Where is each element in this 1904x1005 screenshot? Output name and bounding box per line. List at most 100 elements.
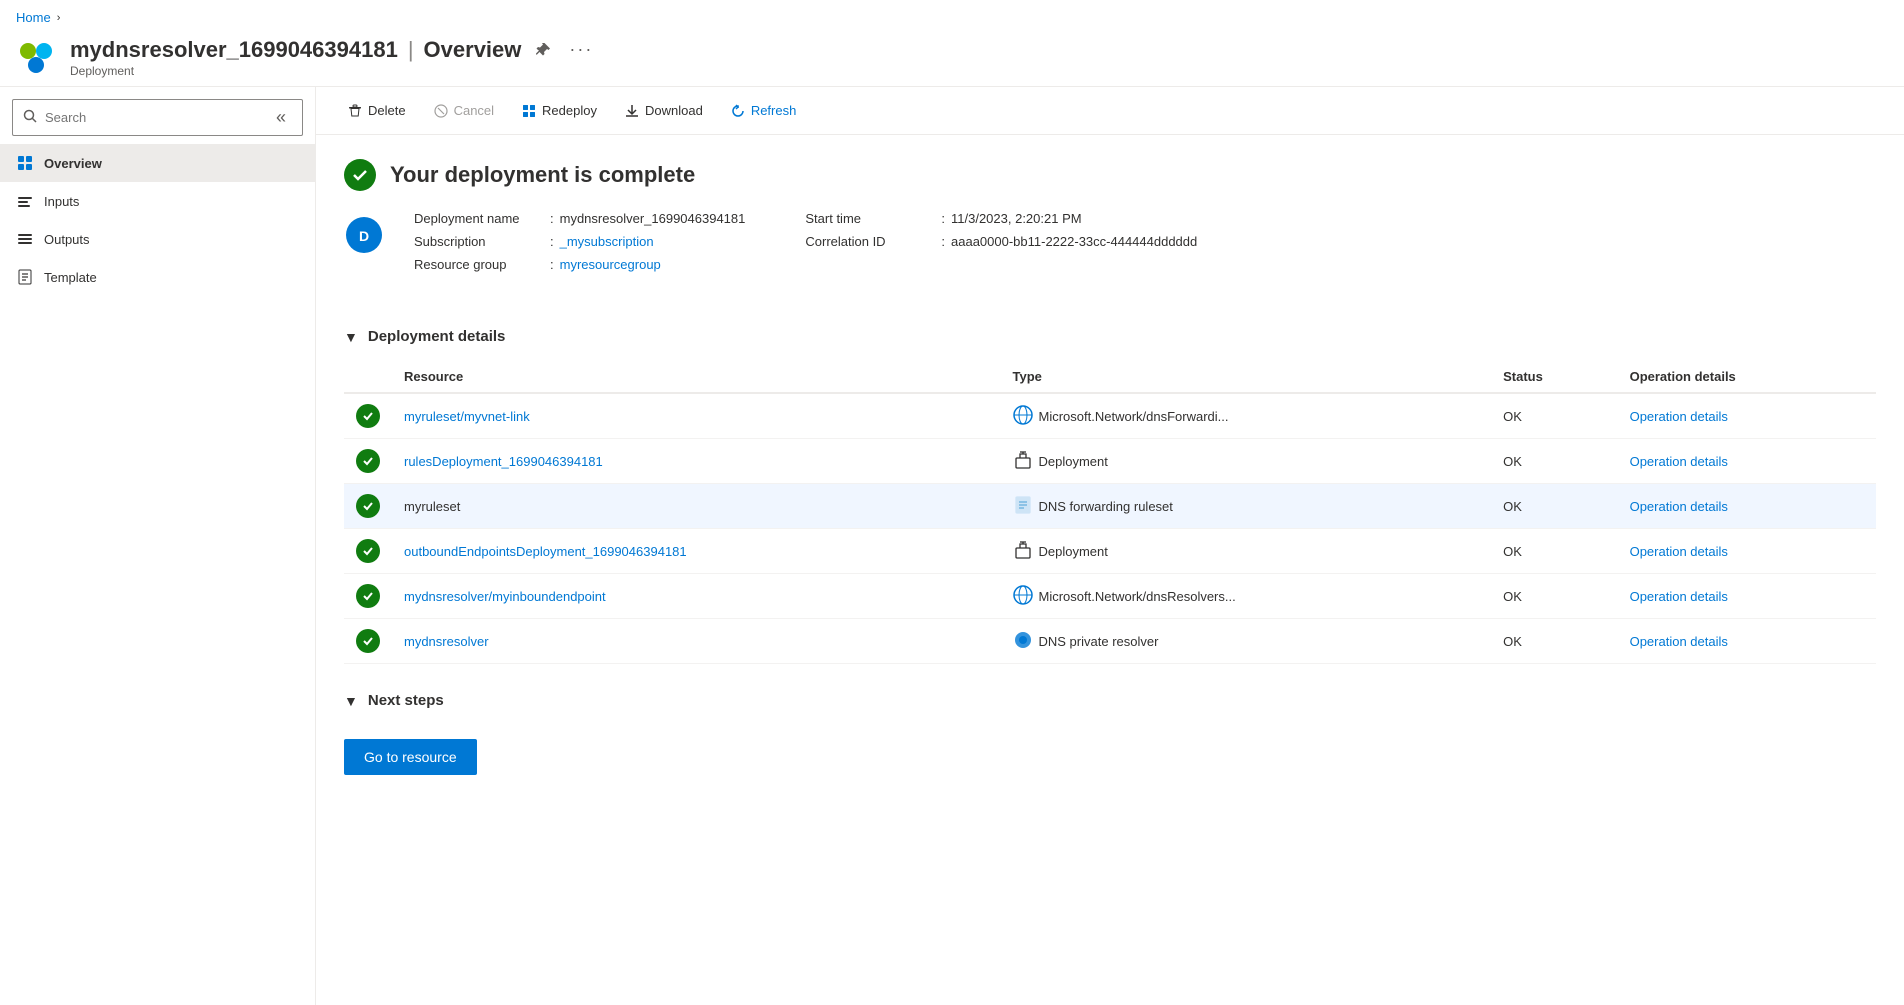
refresh-button[interactable]: Refresh bbox=[719, 97, 809, 124]
table-cell-operation: Operation details bbox=[1618, 439, 1876, 484]
start-time-label: Start time bbox=[805, 211, 935, 226]
breadcrumb: Home › bbox=[0, 0, 1904, 29]
table-cell-type: Deployment bbox=[1001, 439, 1492, 484]
collapse-button[interactable]: « bbox=[270, 105, 292, 130]
success-banner: Your deployment is complete bbox=[344, 159, 1876, 191]
operation-details-link[interactable]: Operation details bbox=[1630, 454, 1728, 469]
more-options-button[interactable]: ··· bbox=[565, 35, 597, 64]
next-steps-chevron-icon: ▼ bbox=[344, 693, 358, 709]
inputs-label: Inputs bbox=[44, 194, 79, 209]
check-icon bbox=[356, 584, 380, 608]
table-cell-status-icon bbox=[344, 439, 392, 484]
download-button[interactable]: Download bbox=[613, 97, 715, 124]
breadcrumb-home[interactable]: Home bbox=[16, 10, 51, 25]
sidebar-item-inputs[interactable]: Inputs bbox=[0, 182, 315, 220]
outputs-icon bbox=[16, 230, 34, 248]
operation-details-link[interactable]: Operation details bbox=[1630, 499, 1728, 514]
table-cell-type: DNS private resolver bbox=[1001, 619, 1492, 664]
cancel-button[interactable]: Cancel bbox=[422, 97, 506, 124]
operation-details-link[interactable]: Operation details bbox=[1630, 409, 1728, 424]
type-icon bbox=[1013, 630, 1033, 653]
next-steps-header[interactable]: ▼ Next steps bbox=[344, 692, 1876, 709]
table-cell-resource: myruleset/myvnet-link bbox=[392, 393, 1001, 439]
cancel-icon bbox=[434, 104, 448, 118]
table-row: mydnsresolver/myinboundendpoint Microsof… bbox=[344, 574, 1876, 619]
type-text: DNS private resolver bbox=[1039, 634, 1159, 649]
next-steps-section: ▼ Next steps Go to resource bbox=[344, 692, 1876, 775]
success-icon bbox=[344, 159, 376, 191]
table-cell-status: OK bbox=[1491, 619, 1617, 664]
page-header: mydnsresolver_1699046394181 | Overview ·… bbox=[0, 29, 1904, 87]
resource-link[interactable]: mydnsresolver bbox=[404, 634, 489, 649]
search-input[interactable] bbox=[45, 110, 262, 125]
check-icon bbox=[356, 404, 380, 428]
resource-text: myruleset bbox=[404, 499, 460, 514]
check-icon bbox=[356, 539, 380, 563]
type-text: DNS forwarding ruleset bbox=[1039, 499, 1173, 514]
table-cell-operation: Operation details bbox=[1618, 574, 1876, 619]
table-cell-status: OK bbox=[1491, 439, 1617, 484]
correlation-id-value: aaaa0000-bb11-2222-33cc-444444dddddd bbox=[951, 234, 1197, 249]
go-to-resource-button[interactable]: Go to resource bbox=[344, 739, 477, 775]
breadcrumb-separator: › bbox=[57, 12, 61, 24]
resource-link[interactable]: mydnsresolver/myinboundendpoint bbox=[404, 589, 606, 604]
success-message: Your deployment is complete bbox=[390, 162, 695, 188]
correlation-id-label: Correlation ID bbox=[805, 234, 935, 249]
resource-link[interactable]: rulesDeployment_1699046394181 bbox=[404, 454, 603, 469]
table-cell-status-icon bbox=[344, 393, 392, 439]
subscription-value[interactable]: _mysubscription bbox=[560, 234, 654, 249]
resource-icon bbox=[16, 37, 56, 77]
operation-details-link[interactable]: Operation details bbox=[1630, 634, 1728, 649]
resource-name: mydnsresolver_1699046394181 bbox=[70, 37, 398, 63]
sidebar-item-outputs[interactable]: Outputs bbox=[0, 220, 315, 258]
deployment-details-title: Deployment details bbox=[368, 328, 506, 345]
overview-content: Your deployment is complete D Deployment bbox=[316, 135, 1904, 799]
table-cell-status-icon bbox=[344, 529, 392, 574]
info-row-name: Deployment name : mydnsresolver_16990463… bbox=[414, 211, 745, 226]
sidebar-search-container: « bbox=[0, 87, 315, 144]
sidebar-item-overview[interactable]: Overview bbox=[0, 144, 315, 182]
deployment-details-header[interactable]: ▼ Deployment details bbox=[344, 328, 1876, 345]
operation-details-link[interactable]: Operation details bbox=[1630, 589, 1728, 604]
operation-details-link[interactable]: Operation details bbox=[1630, 544, 1728, 559]
table-cell-status-icon bbox=[344, 619, 392, 664]
table-row: outboundEndpointsDeployment_169904639418… bbox=[344, 529, 1876, 574]
resource-link[interactable]: myruleset/myvnet-link bbox=[404, 409, 530, 424]
table-cell-type: Microsoft.Network/dnsForwardi... bbox=[1001, 393, 1492, 439]
resource-type: Deployment bbox=[70, 64, 597, 78]
table-header-operation: Operation details bbox=[1618, 361, 1876, 393]
type-text: Microsoft.Network/dnsResolvers... bbox=[1039, 589, 1236, 604]
svg-text:D: D bbox=[359, 228, 369, 244]
info-row-correlation-id: Correlation ID : aaaa0000-bb11-2222-33cc… bbox=[805, 234, 1197, 249]
template-label: Template bbox=[44, 270, 97, 285]
info-column-left: Deployment name : mydnsresolver_16990463… bbox=[414, 211, 745, 272]
table-cell-resource: mydnsresolver bbox=[392, 619, 1001, 664]
redeploy-icon bbox=[522, 104, 536, 118]
info-row-start-time: Start time : 11/3/2023, 2:20:21 PM bbox=[805, 211, 1197, 226]
table-cell-operation: Operation details bbox=[1618, 393, 1876, 439]
table-row: myruleset DNS forwarding ruleset OK Oper… bbox=[344, 484, 1876, 529]
table-header-status: Status bbox=[1491, 361, 1617, 393]
table-cell-resource: myruleset bbox=[392, 484, 1001, 529]
table-cell-status-icon bbox=[344, 574, 392, 619]
resource-link[interactable]: outboundEndpointsDeployment_169904639418… bbox=[404, 544, 687, 559]
delete-button[interactable]: Delete bbox=[336, 97, 418, 124]
pin-button[interactable] bbox=[531, 38, 555, 62]
download-icon bbox=[625, 104, 639, 118]
table-cell-resource: outboundEndpointsDeployment_169904639418… bbox=[392, 529, 1001, 574]
sidebar-item-template[interactable]: Template bbox=[0, 258, 315, 296]
deployment-resource-icon: D bbox=[344, 215, 384, 255]
start-time-value: 11/3/2023, 2:20:21 PM bbox=[951, 211, 1082, 226]
search-icon bbox=[23, 109, 37, 126]
check-icon bbox=[356, 449, 380, 473]
table-cell-operation: Operation details bbox=[1618, 529, 1876, 574]
redeploy-button[interactable]: Redeploy bbox=[510, 97, 609, 124]
inputs-icon bbox=[16, 192, 34, 210]
resource-group-value[interactable]: myresourcegroup bbox=[560, 257, 661, 272]
details-chevron-icon: ▼ bbox=[344, 329, 358, 345]
main-layout: « Overview Inputs bbox=[0, 87, 1904, 1005]
header-title-group: mydnsresolver_1699046394181 | Overview ·… bbox=[70, 35, 597, 78]
table-cell-resource: mydnsresolver/myinboundendpoint bbox=[392, 574, 1001, 619]
search-box: « bbox=[12, 99, 303, 136]
table-cell-type: Deployment bbox=[1001, 529, 1492, 574]
